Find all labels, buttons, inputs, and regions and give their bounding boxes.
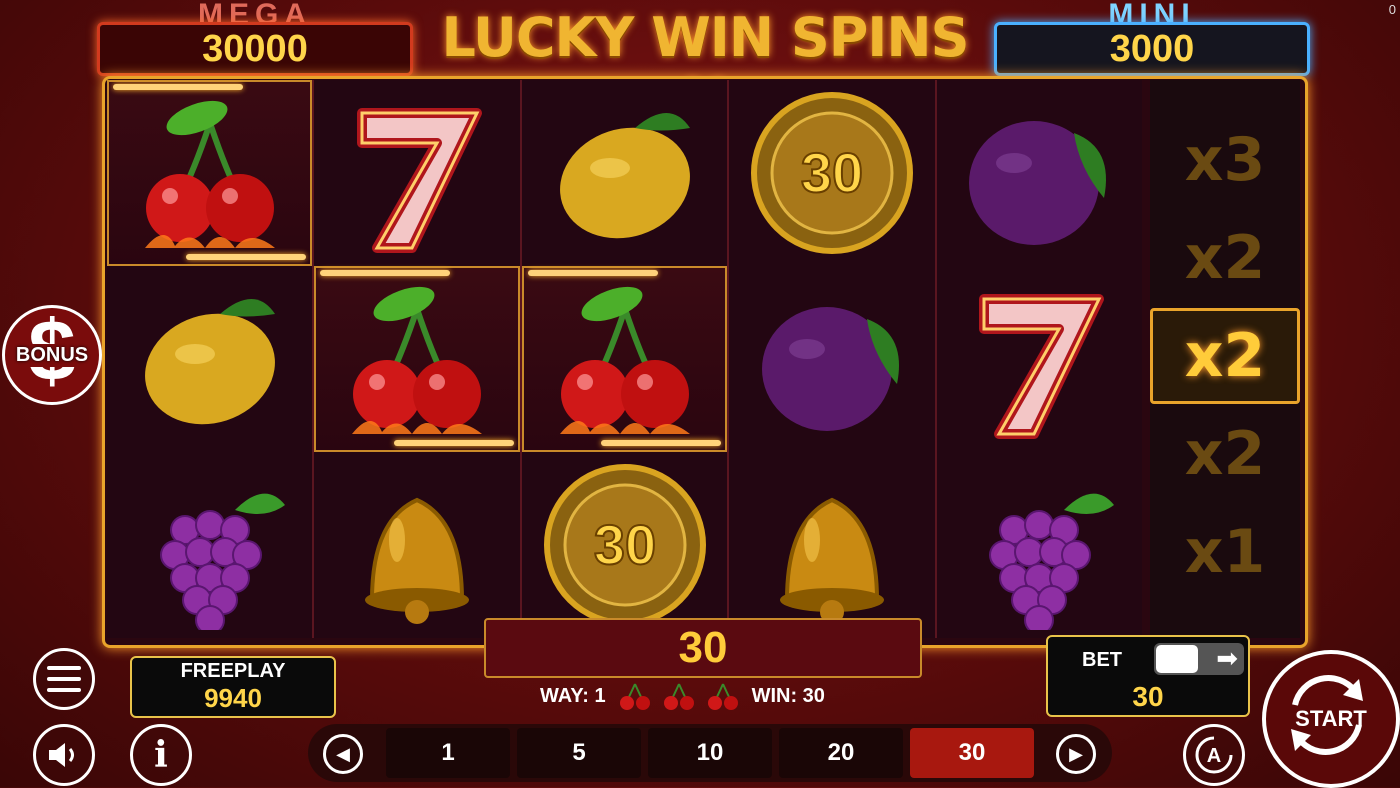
winning-way-line: WAY: 1 WIN: 30 xyxy=(540,682,870,710)
way-label: WAY: 1 xyxy=(540,684,606,707)
reel-cell xyxy=(314,452,519,638)
speaker-icon xyxy=(49,743,74,767)
reels-grid: 30 30 xyxy=(107,80,1143,638)
autoplay-button[interactable]: A xyxy=(1183,724,1245,786)
multiplier-item: x1 xyxy=(1184,517,1266,587)
bet-value: 30 xyxy=(1132,681,1164,712)
reel-cell: 30 xyxy=(522,452,727,638)
reel-1 xyxy=(107,80,315,638)
svg-text:30: 30 xyxy=(593,513,655,576)
reel-cell xyxy=(107,80,313,266)
grapes-icon xyxy=(159,493,285,630)
seven-icon xyxy=(357,108,483,253)
freeplay-value: 9940 xyxy=(204,683,262,713)
seven-icon xyxy=(979,294,1105,439)
reel-5 xyxy=(936,80,1143,638)
multiplier-item: x3 xyxy=(1184,125,1266,195)
bet-option[interactable]: 20 xyxy=(779,728,903,778)
toggle-knob xyxy=(1156,645,1198,673)
arrow-right-icon: ➡ xyxy=(1216,643,1238,673)
plum-icon xyxy=(969,121,1107,245)
mini-jackpot: MINI 3000 xyxy=(994,0,1310,76)
way-symbols xyxy=(618,681,740,711)
win-label: WIN: 30 xyxy=(751,684,825,707)
freeplay-label: FREEPLAY xyxy=(180,660,286,682)
hamburger-icon xyxy=(47,666,81,692)
corner-counter: 0 xyxy=(1388,2,1396,17)
reel-cell xyxy=(314,266,520,452)
mega-jackpot-value: 30000 xyxy=(97,22,413,76)
grapes-icon xyxy=(989,493,1115,630)
autoplay-label: A xyxy=(1207,745,1221,767)
reel-cell xyxy=(729,266,934,452)
mega-jackpot: MEGA 30000 xyxy=(97,0,413,76)
reel-cell xyxy=(522,80,727,266)
cherry-icon xyxy=(707,683,738,710)
bet-panel: BET ➡ 30 xyxy=(1046,635,1250,717)
autoplay-icon: A xyxy=(1195,736,1233,774)
reel-cell xyxy=(937,452,1142,638)
mini-jackpot-value: 3000 xyxy=(994,22,1310,76)
svg-text:30: 30 xyxy=(801,141,863,204)
bet-option[interactable]: 1 xyxy=(386,728,510,778)
sound-button[interactable] xyxy=(33,724,95,786)
arrow-right-icon: ▶ xyxy=(1069,743,1083,764)
coin-icon: 30 xyxy=(543,464,706,626)
reel-cell xyxy=(107,452,312,638)
start-button[interactable]: START xyxy=(1262,650,1400,788)
start-label: START xyxy=(1295,706,1367,731)
win-amount-display: 30 xyxy=(484,618,922,678)
bet-toggle[interactable]: ➡ xyxy=(1154,643,1244,675)
reel-cell xyxy=(314,80,519,266)
multiplier-item: x2 xyxy=(1184,223,1266,293)
bell-icon xyxy=(779,497,884,624)
multiplier-item: x2 xyxy=(1184,419,1266,489)
lemon-icon xyxy=(559,113,690,239)
cherry-icon xyxy=(663,683,694,710)
info-button[interactable]: i xyxy=(130,724,192,786)
reel-cell: 30 xyxy=(729,80,934,266)
reel-2 xyxy=(314,80,522,638)
reel-cell xyxy=(937,80,1142,266)
cherry-icon xyxy=(352,286,483,434)
bonus-label: BONUS xyxy=(14,343,90,367)
bet-label: BET xyxy=(1082,649,1122,671)
bet-option[interactable]: 30 xyxy=(910,728,1034,778)
info-icon: i xyxy=(154,734,168,776)
freeplay-balance: FREEPLAY 9940 xyxy=(130,656,336,718)
arrow-left-icon: ◀ xyxy=(336,743,350,764)
multiplier-column: x3 x2 x2 x2 x1 xyxy=(1150,80,1300,638)
reel-cell xyxy=(107,266,312,452)
menu-button[interactable] xyxy=(33,648,95,710)
reel-cell xyxy=(729,452,934,638)
reel-cell xyxy=(937,266,1142,452)
cherry-icon xyxy=(619,683,650,710)
coin-icon: 30 xyxy=(750,92,913,254)
bet-option[interactable]: 10 xyxy=(648,728,772,778)
bet-option[interactable]: 5 xyxy=(517,728,641,778)
plum-icon xyxy=(761,307,899,431)
reel-cell xyxy=(521,266,728,452)
lemon-icon xyxy=(144,299,275,425)
bet-next-button[interactable]: ▶ xyxy=(1056,734,1096,774)
cherry-icon xyxy=(144,100,275,248)
bet-prev-button[interactable]: ◀ xyxy=(323,734,363,774)
reel-4: 30 xyxy=(729,80,937,638)
bonus-button[interactable]: $ BONUS xyxy=(2,303,102,405)
cherry-icon xyxy=(559,286,690,434)
multiplier-item: x2 xyxy=(1150,308,1300,404)
bell-icon xyxy=(365,497,470,624)
reel-3: 30 xyxy=(521,80,730,638)
